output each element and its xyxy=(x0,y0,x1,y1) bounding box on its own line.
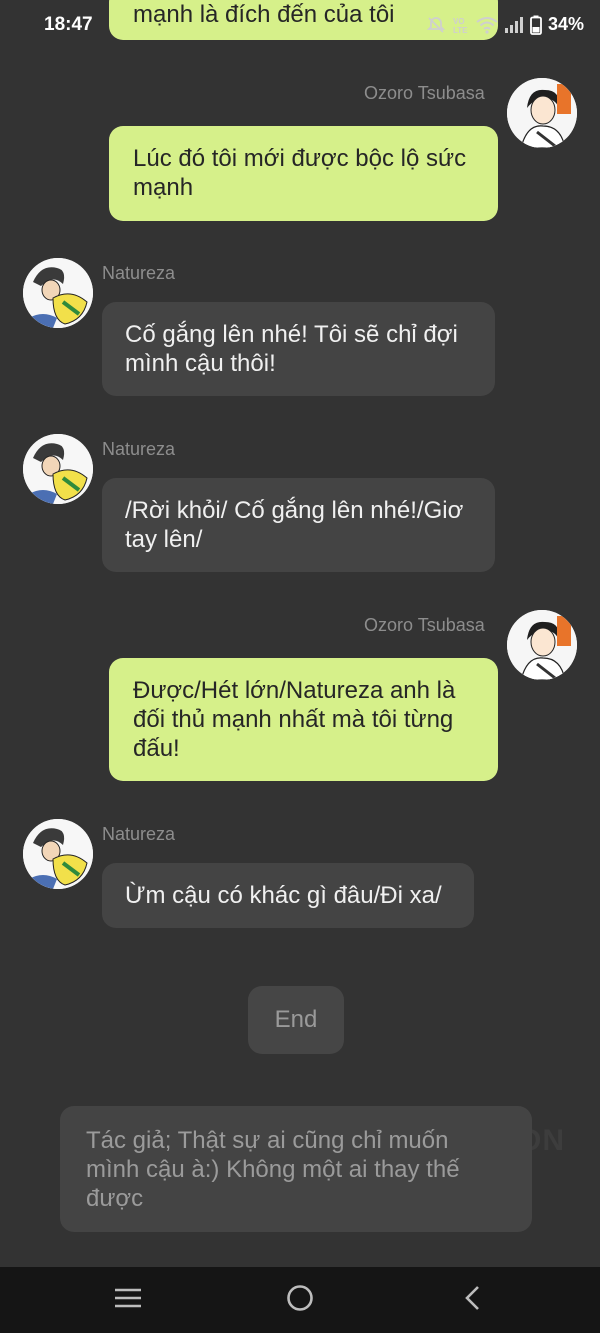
message-text: Được/Hét lớn/Natureza anh là đối thủ mạn… xyxy=(133,677,456,762)
signal-icon xyxy=(504,16,523,33)
author-note: Tác giả; Thật sự ai cũng chỉ muốn mình c… xyxy=(60,1106,532,1232)
message-text: /Rời khỏi/ Cố gắng lên nhé!/Giơ tay lên/ xyxy=(125,497,464,553)
message-bubble: Cố gắng lên nhé! Tôi sẽ chỉ đợi mình cậu… xyxy=(102,302,495,396)
avatar-tsubasa-image xyxy=(507,78,577,148)
nav-bar xyxy=(0,1267,600,1333)
back-icon[interactable] xyxy=(458,1283,488,1313)
author-note-text: Tác giả; Thật sự ai cũng chỉ muốn mình c… xyxy=(86,1127,460,1212)
avatar-natureza[interactable] xyxy=(23,434,93,504)
svg-text:LTE: LTE xyxy=(453,26,468,35)
lte-icon: VO LTE xyxy=(453,17,468,35)
sender-name: Natureza xyxy=(102,824,176,844)
avatar-natureza-image xyxy=(23,258,93,328)
battery-percent: 34% xyxy=(547,14,584,34)
message-bubble: Lúc đó tôi mới được bộc lộ sức mạnh xyxy=(109,126,498,221)
message-text: Lúc đó tôi mới được bộc lộ sức mạnh xyxy=(133,145,467,201)
battery-icon xyxy=(530,15,542,35)
mute-icon xyxy=(426,16,446,33)
message-text: Ừm cậu có khác gì đâu/Đi xa/ xyxy=(125,882,442,909)
status-icons: VO LTE 34% xyxy=(426,14,584,35)
avatar-tsubasa-image xyxy=(507,610,577,680)
avatar-tsubasa[interactable] xyxy=(507,610,577,680)
avatar-natureza-image xyxy=(23,819,93,889)
avatar-natureza[interactable] xyxy=(23,819,93,889)
status-bar: 18:47 VO LTE 34% xyxy=(0,0,600,52)
status-time: 18:47 xyxy=(44,14,93,35)
message-bubble: Ừm cậu có khác gì đâu/Đi xa/ xyxy=(102,863,474,928)
avatar-natureza-image xyxy=(23,434,93,504)
avatar-natureza[interactable] xyxy=(23,258,93,328)
sender-name: Natureza xyxy=(102,439,176,459)
end-button[interactable]: End xyxy=(248,986,344,1054)
svg-text:VO: VO xyxy=(453,17,465,26)
sender-name: Ozoro Tsubasa xyxy=(364,615,485,635)
message-bubble: /Rời khỏi/ Cố gắng lên nhé!/Giơ tay lên/ xyxy=(102,478,495,572)
sender-name: Natureza xyxy=(102,263,176,283)
sender-name: Ozoro Tsubasa xyxy=(364,83,485,103)
avatar-tsubasa[interactable] xyxy=(507,78,577,148)
message-text: Cố gắng lên nhé! Tôi sẽ chỉ đợi mình cậu… xyxy=(125,321,458,377)
message-bubble: Được/Hét lớn/Natureza anh là đối thủ mạn… xyxy=(109,658,498,781)
home-icon[interactable] xyxy=(285,1283,315,1313)
wifi-icon xyxy=(476,16,498,34)
menu-icon[interactable] xyxy=(113,1283,143,1313)
